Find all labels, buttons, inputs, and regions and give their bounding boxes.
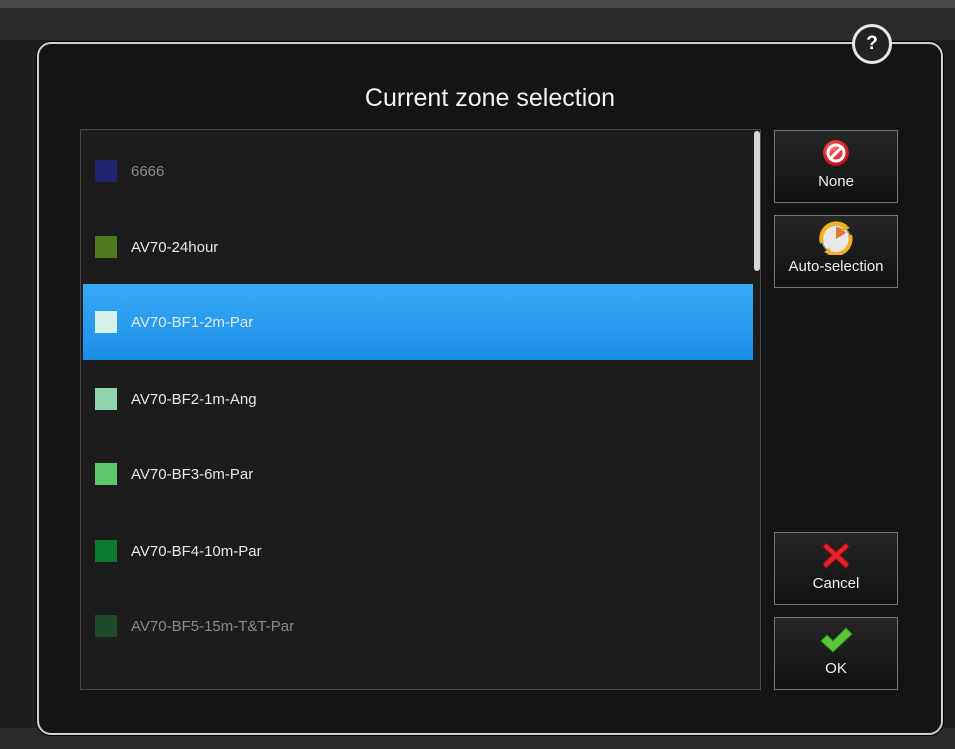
- zone-color-swatch: [95, 160, 117, 182]
- zone-row-av70-24hour[interactable]: AV70-24hour: [83, 209, 753, 285]
- none-button-label: None: [818, 173, 854, 190]
- list-scrollbar[interactable]: [754, 131, 760, 271]
- zone-color-swatch: [95, 615, 117, 637]
- zone-row-av70-bf2-1m-ang[interactable]: AV70-BF2-1m-Ang: [83, 361, 753, 437]
- red-x-icon: [820, 539, 852, 571]
- no-entry-icon: [821, 137, 851, 169]
- zone-label: AV70-BF5-15m-T&T-Par: [131, 617, 295, 635]
- zone-row-av70-bf3-6m-par[interactable]: AV70-BF3-6m-Par: [83, 436, 753, 512]
- zone-label: AV70-BF4-10m-Par: [131, 542, 262, 560]
- zone-row-av70-bf4-10m-par[interactable]: AV70-BF4-10m-Par: [83, 513, 753, 589]
- zone-label: AV70-BF3-6m-Par: [131, 465, 254, 483]
- cancel-button-label: Cancel: [812, 575, 860, 592]
- background-titlebar: [0, 0, 955, 8]
- ok-button[interactable]: OK: [774, 617, 898, 690]
- dialog-title: Current zone selection: [364, 84, 616, 112]
- zone-label: 6666: [131, 162, 165, 180]
- auto-selection-button[interactable]: Auto-selection: [774, 215, 898, 288]
- zone-row-av70-bf1-2m-par[interactable]: AV70-BF1-2m-Par: [83, 284, 753, 360]
- none-button[interactable]: None: [774, 130, 898, 203]
- zone-label: AV70-BF1-2m-Par: [131, 313, 254, 331]
- zone-color-swatch: [95, 388, 117, 410]
- zone-row-6666[interactable]: 6666: [83, 133, 753, 209]
- auto-selection-icon: [816, 221, 856, 255]
- zone-row-av70-bf5-15m-tt-par[interactable]: AV70-BF5-15m-T&T-Par: [83, 588, 753, 664]
- ok-button-label: OK: [825, 660, 847, 677]
- zone-label: AV70-24hour: [131, 238, 219, 256]
- zone-list[interactable]: 6666 AV70-24hour AV70-BF1-2m-Par AV70-BF…: [80, 129, 761, 690]
- zone-label: AV70-BF2-1m-Ang: [131, 390, 257, 408]
- help-icon: ?: [866, 33, 878, 54]
- zone-color-swatch: [95, 463, 117, 485]
- help-button[interactable]: ?: [852, 24, 892, 64]
- zone-color-swatch: [95, 236, 117, 258]
- green-check-icon: [819, 624, 853, 656]
- auto-selection-button-label: Auto-selection: [788, 258, 884, 275]
- cancel-button[interactable]: Cancel: [774, 532, 898, 605]
- zone-color-swatch: [95, 311, 117, 333]
- zone-color-swatch: [95, 540, 117, 562]
